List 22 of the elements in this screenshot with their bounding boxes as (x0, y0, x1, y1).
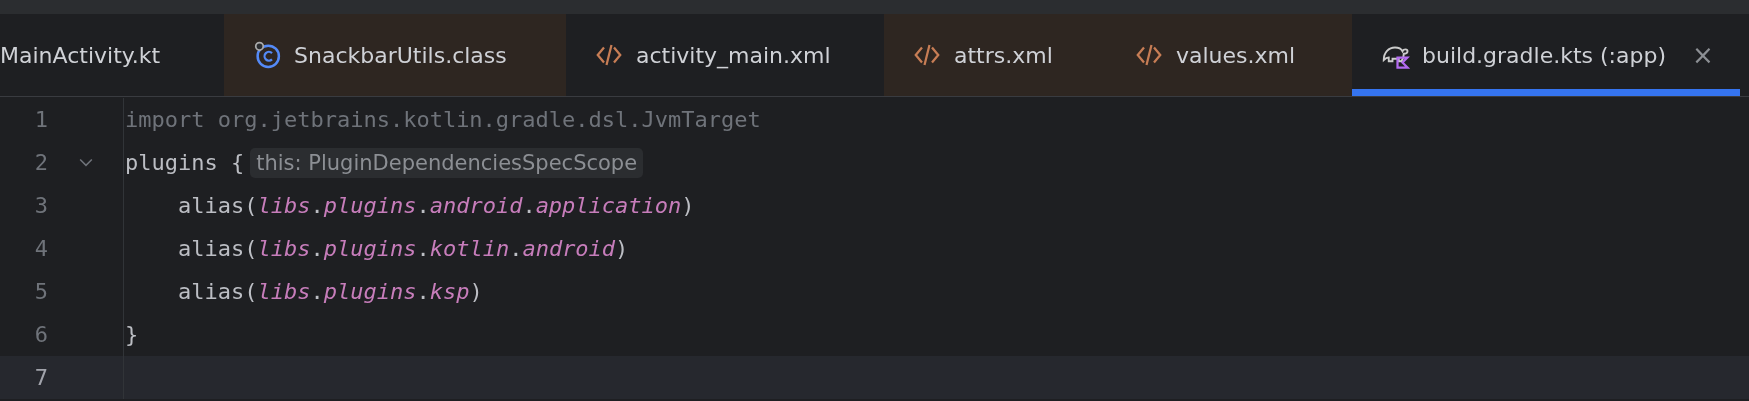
code-line: alias(libs.plugins.kotlin.android) (176, 236, 629, 261)
line-number: 6 (33, 322, 48, 347)
editor-tab[interactable]: values.xml (1106, 14, 1352, 96)
editor-tab[interactable]: build.gradle.kts (:app) × (1352, 14, 1740, 96)
class-file-icon (252, 40, 282, 70)
line-number: 1 (33, 107, 48, 132)
close-button[interactable]: × (1692, 40, 1714, 70)
code-line: alias(libs.plugins.ksp) (176, 279, 483, 304)
code-line: plugins { (125, 150, 245, 175)
editor-tab[interactable]: attrs.xml (884, 14, 1106, 96)
line-number: 3 (33, 193, 48, 218)
editor-tab[interactable]: activity_main.xml (566, 14, 884, 96)
line-number: 7 (33, 365, 48, 390)
code-line: import org.jetbrains.kotlin.gradle.dsl.JvmTarget (125, 107, 761, 132)
editor-tab[interactable]: SnackbarUtils.class (224, 14, 566, 96)
line-number: 2 (33, 150, 48, 175)
editor-tab[interactable]: MainActivity.kt (0, 14, 224, 96)
line-number: 4 (33, 236, 48, 261)
inlay-hint: this: PluginDependenciesSpecScope (250, 147, 644, 178)
code-line: } (125, 322, 139, 347)
code-line: alias(libs.plugins.android.application) (176, 193, 695, 218)
line-number: 5 (33, 279, 48, 304)
